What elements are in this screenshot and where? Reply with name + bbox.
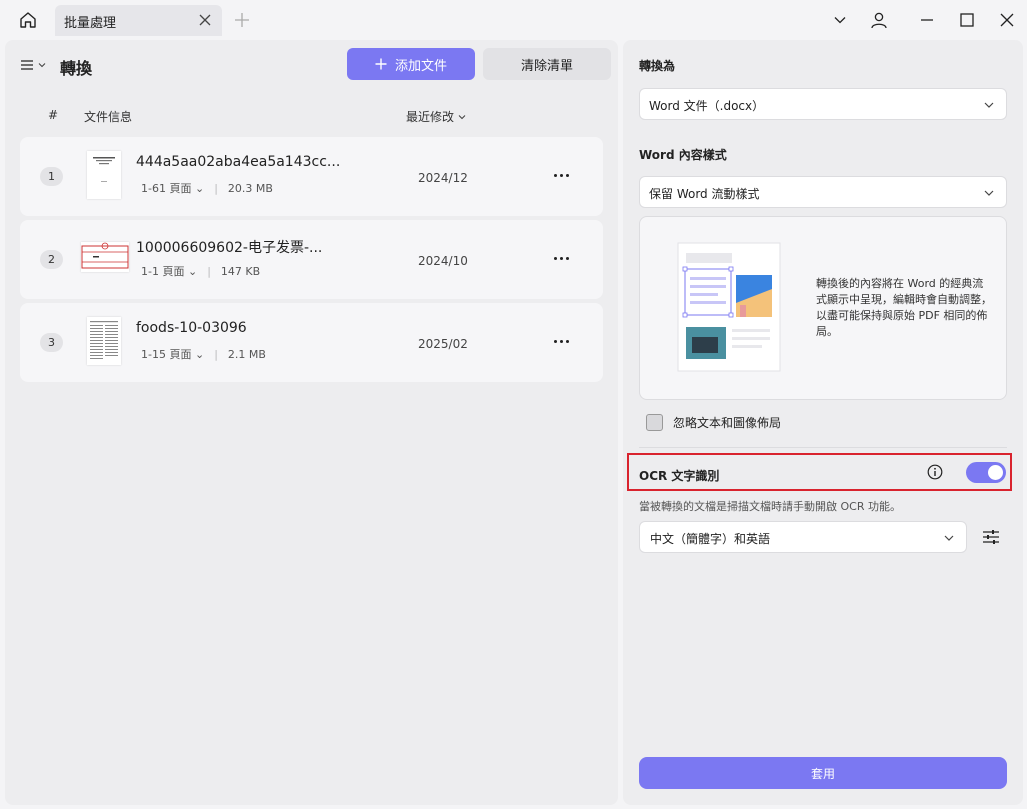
column-header-modified[interactable]: 最近修改 <box>406 108 466 125</box>
minimize-button[interactable] <box>917 10 937 30</box>
ignore-layout-checkbox[interactable] <box>646 414 663 431</box>
divider <box>639 447 1007 448</box>
settings-sliders-icon[interactable] <box>981 527 1001 547</box>
style-value: 保留 Word 流動樣式 <box>649 187 760 201</box>
maximize-button[interactable] <box>957 10 977 30</box>
new-tab-icon[interactable] <box>234 12 250 28</box>
file-date: 2024/10 <box>418 254 468 268</box>
more-icon <box>553 173 569 177</box>
apply-label: 套用 <box>810 766 835 781</box>
page-range: 1-1 頁面 <box>141 265 185 278</box>
chevron-down-icon: ⌄ <box>194 182 205 195</box>
settings-panel: 轉換為 Word 文件（.docx） Word 內容樣式 保留 Word 流動樣… <box>623 40 1023 805</box>
style-label: Word 內容樣式 <box>639 148 727 162</box>
file-list-panel: 轉換 添加文件 清除清單 # 文件信息 最近修改 1 444a5aa02aba4… <box>5 40 618 805</box>
more-options-button[interactable] <box>550 333 572 349</box>
tab-batch[interactable]: 批量處理 <box>55 5 222 36</box>
home-icon <box>20 12 36 28</box>
ignore-layout-option[interactable]: 忽略文本和圖像佈局 <box>646 414 781 431</box>
page-range: 1-15 頁面 <box>141 348 192 361</box>
preview-description: 轉換後的內容將在 Word 的經典流式顯示中呈現，編輯時會自動調整，以盡可能保持… <box>816 277 992 338</box>
page-range-select[interactable]: 1-1 頁面 ⌄ <box>141 263 197 279</box>
chevron-down-icon: ⌄ <box>194 348 205 361</box>
menu-button[interactable] <box>20 56 50 74</box>
format-value: Word 文件（.docx） <box>649 99 765 113</box>
ocr-label: OCR 文字識別 <box>639 469 720 483</box>
file-size: 2.1 MB <box>227 347 266 361</box>
column-header-modified-label: 最近修改 <box>406 110 455 124</box>
ocr-language-select[interactable]: 中文（簡體字）和英語 <box>639 521 967 553</box>
plus-icon <box>375 58 387 70</box>
title-bar: 批量處理 <box>0 0 1027 40</box>
page-range: 1-61 頁面 <box>141 182 192 195</box>
toggle-knob <box>988 465 1003 480</box>
add-file-label: 添加文件 <box>394 58 447 74</box>
chevron-down-icon <box>944 535 954 541</box>
dropdown-button[interactable] <box>830 10 850 30</box>
row-number: 3 <box>40 333 63 352</box>
maximize-icon <box>960 13 974 27</box>
account-button[interactable] <box>869 10 889 30</box>
file-name: 100006609602-电子发票-... <box>136 240 323 256</box>
clear-list-button[interactable]: 清除清單 <box>483 48 611 80</box>
divider: | <box>207 264 211 278</box>
more-icon <box>553 256 569 260</box>
add-file-button[interactable]: 添加文件 <box>347 48 475 80</box>
page-title: 轉換 <box>60 59 93 78</box>
column-header-number: # <box>48 108 59 122</box>
file-size: 20.3 MB <box>227 181 273 195</box>
file-date: 2025/02 <box>418 337 468 351</box>
info-icon[interactable] <box>927 464 943 480</box>
row-number: 1 <box>40 167 63 186</box>
style-preview: 轉換後的內容將在 Word 的經典流式顯示中呈現，編輯時會自動調整，以盡可能保持… <box>639 216 1007 400</box>
format-select[interactable]: Word 文件（.docx） <box>639 88 1007 120</box>
chevron-down-icon <box>984 190 994 196</box>
document-preview-illustration <box>677 242 781 372</box>
ocr-toggle[interactable] <box>966 462 1006 483</box>
ignore-layout-label: 忽略文本和圖像佈局 <box>673 416 782 430</box>
file-meta: 1-15 頁面 ⌄ | 2.1 MB <box>141 346 266 362</box>
file-name: foods-10-03096 <box>136 320 247 336</box>
chevron-down-icon <box>984 102 994 108</box>
more-icon <box>553 339 569 343</box>
apply-button[interactable]: 套用 <box>639 757 1007 789</box>
more-options-button[interactable] <box>550 167 572 183</box>
more-options-button[interactable] <box>550 250 572 266</box>
chevron-down-icon <box>38 63 46 68</box>
file-row[interactable]: 3 foods-10-03096 1-15 頁面 ⌄ | 2.1 MB 2025… <box>20 303 603 382</box>
file-size: 147 KB <box>220 264 261 278</box>
file-meta: 1-1 頁面 ⌄ | 147 KB <box>141 263 260 279</box>
page-range-select[interactable]: 1-15 頁面 ⌄ <box>141 346 204 362</box>
ocr-language-value: 中文（簡體字）和英語 <box>650 532 771 546</box>
minimize-icon <box>921 19 933 21</box>
file-thumbnail <box>87 151 121 199</box>
close-icon <box>1000 13 1014 27</box>
divider: | <box>214 181 218 195</box>
file-thumbnail <box>81 242 129 272</box>
close-window-button[interactable] <box>997 10 1017 30</box>
file-thumbnail <box>87 317 121 365</box>
file-date: 2024/12 <box>418 171 468 185</box>
chevron-down-icon <box>458 114 466 119</box>
ocr-description: 當被轉換的文檔是掃描文檔時請手動開啟 OCR 功能。 <box>639 500 901 513</box>
page-range-select[interactable]: 1-61 頁面 ⌄ <box>141 180 204 196</box>
user-icon <box>871 12 887 29</box>
row-number: 2 <box>40 250 63 269</box>
convert-to-label: 轉換為 <box>639 59 676 73</box>
chevron-down-icon: ⌄ <box>187 265 198 278</box>
column-header-info: 文件信息 <box>84 110 133 124</box>
file-meta: 1-61 頁面 ⌄ | 20.3 MB <box>141 180 273 196</box>
file-row[interactable]: 2 100006609602-电子发票-... 1-1 頁面 ⌄ | 147 K… <box>20 220 603 299</box>
menu-icon <box>21 60 33 70</box>
file-name: 444a5aa02aba4ea5a143cc... <box>136 154 341 170</box>
tab-title: 批量處理 <box>64 16 117 31</box>
chevron-down-icon <box>834 17 846 24</box>
divider: | <box>214 347 218 361</box>
style-select[interactable]: 保留 Word 流動樣式 <box>639 176 1007 208</box>
home-button[interactable] <box>14 8 42 32</box>
close-tab-icon[interactable] <box>198 13 212 27</box>
clear-list-label: 清除清單 <box>520 58 573 74</box>
file-row[interactable]: 1 444a5aa02aba4ea5a143cc... 1-61 頁面 ⌄ | … <box>20 137 603 216</box>
